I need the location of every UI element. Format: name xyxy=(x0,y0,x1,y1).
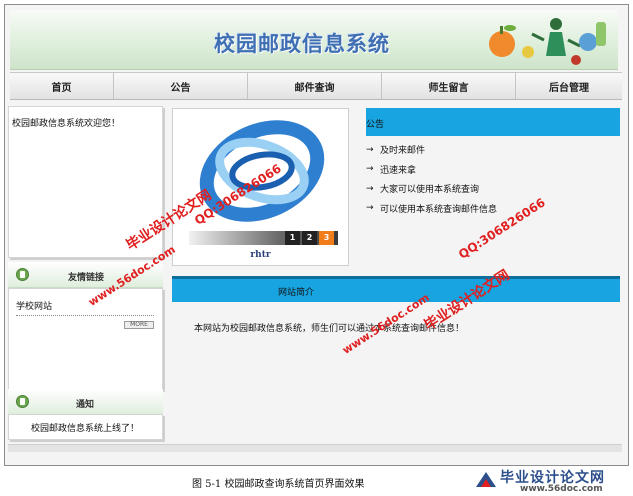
arrow-right-icon: → xyxy=(366,203,374,214)
links-title: 友情链接 xyxy=(68,273,105,283)
header-decoration-illustration xyxy=(489,18,606,65)
slide-button-1[interactable]: 1 xyxy=(285,231,300,245)
intro-text: 本网站为校园邮政信息系统，师生们可以通过本系统查询邮件信息！ xyxy=(194,324,465,334)
note-icon xyxy=(16,395,29,408)
slide-caption: rhtr xyxy=(250,250,271,260)
notice-text: 校园邮政信息系统上线了！ xyxy=(31,424,140,434)
announcement-item[interactable]: → 及时来邮件 xyxy=(366,140,620,160)
arrow-right-icon: → xyxy=(366,183,374,194)
announcements-header: 公告 xyxy=(366,108,620,136)
announcement-item[interactable]: → 可以使用本系统查询邮件信息 xyxy=(366,199,620,219)
announcements-title: 公告 xyxy=(366,120,385,130)
arrow-right-icon: → xyxy=(366,144,374,155)
slide-button-3-active[interactable]: 3 xyxy=(319,231,334,245)
links-header: 友情链接 xyxy=(8,262,163,288)
announcements-list: → 及时来邮件 → 迅速来拿 → 大家可以使用本系统查询 → 可以使用本系统查询邮件信息 xyxy=(366,140,620,218)
announcement-item[interactable]: → 大家可以使用本系统查询 xyxy=(366,179,620,199)
links-panel: 学校网站 MORE xyxy=(8,288,163,390)
arrow-right-icon: → xyxy=(366,164,374,175)
slide-button-2[interactable]: 2 xyxy=(302,231,317,245)
intro-title: 网站简介 xyxy=(278,288,315,298)
nav-announcements[interactable]: 公告 xyxy=(114,73,248,99)
nav-messages[interactable]: 师生留言 xyxy=(382,73,516,99)
dotted-divider xyxy=(16,315,154,316)
announcement-item[interactable]: → 迅速来拿 xyxy=(366,160,620,180)
notice-title: 通知 xyxy=(76,400,95,410)
swirl-logo-image xyxy=(187,113,337,228)
link-school-site[interactable]: 学校网站 xyxy=(16,299,52,312)
nav-admin[interactable]: 后台管理 xyxy=(516,73,622,99)
intro-header: 网站简介 xyxy=(172,276,620,302)
note-icon xyxy=(16,268,29,281)
welcome-panel: 校园邮政信息系统欢迎您！ xyxy=(8,106,163,258)
nav-mail-query[interactable]: 邮件查询 xyxy=(248,73,382,99)
welcome-text: 校园邮政信息系统欢迎您！ xyxy=(12,119,121,129)
site-logo: 毕业设计论文网 www.56doc.com xyxy=(470,467,630,495)
figure-caption: 图 5-1 校园邮政查询系统首页界面效果 xyxy=(192,479,365,490)
notice-header: 通知 xyxy=(8,389,163,415)
logo-icon xyxy=(476,472,496,487)
site-title: 校园邮政信息系统 xyxy=(214,32,390,56)
main-nav: 首页 公告 邮件查询 师生留言 后台管理 xyxy=(10,72,622,100)
logo-url: www.56doc.com xyxy=(520,484,603,494)
image-slideshow: 1 2 3 rhtr xyxy=(172,108,349,266)
site-header: 校园邮政信息系统 xyxy=(10,10,618,70)
nav-home[interactable]: 首页 xyxy=(10,73,114,99)
notice-panel: 校园邮政信息系统上线了！ xyxy=(8,414,163,440)
more-button[interactable]: MORE xyxy=(124,321,154,329)
page-footer-bar xyxy=(8,444,622,452)
